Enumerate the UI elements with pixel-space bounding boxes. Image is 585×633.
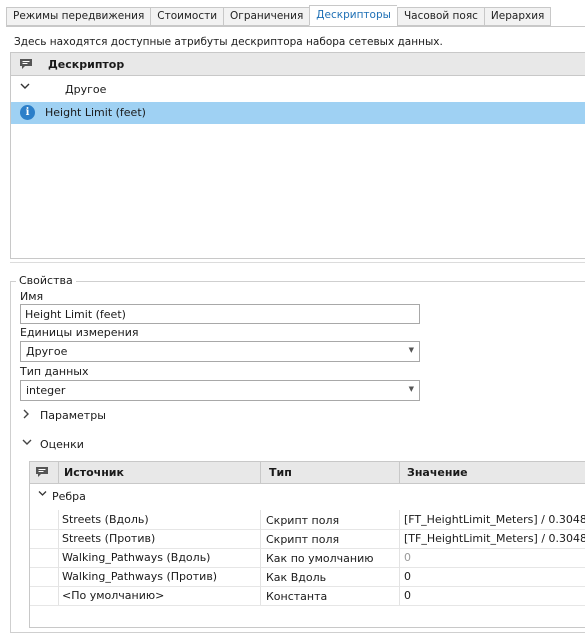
units-select-value: Другое — [26, 345, 68, 358]
column-separator[interactable] — [58, 462, 59, 483]
datatype-label: Тип данных — [20, 365, 89, 378]
descriptor-column-header[interactable]: Дескриптор — [48, 58, 124, 71]
name-field-value: Height Limit (feet) — [25, 308, 126, 321]
source-column-header[interactable]: Источник — [64, 466, 124, 479]
source-cell: Streets (Вдоль) — [62, 513, 149, 526]
cell-divider — [260, 586, 261, 605]
evaluators-grid: Источник Тип Значение Ребра Streets (Вдо… — [29, 461, 585, 628]
tab-divider — [6, 26, 585, 27]
pane-splitter[interactable] — [10, 262, 585, 263]
type-cell[interactable]: Скрипт поля — [266, 533, 339, 546]
datatype-select[interactable]: integer ▼ — [20, 380, 420, 401]
parameters-label: Параметры — [40, 409, 106, 422]
table-row[interactable]: <По умолчанию> Константа 0 — [30, 586, 585, 606]
row-indent — [30, 529, 59, 548]
tab-travel-modes[interactable]: Режимы передвижения — [6, 7, 151, 26]
value-cell[interactable]: [TF_HeightLimit_Meters] / 0.3048 — [404, 532, 585, 545]
comment-icon[interactable] — [19, 58, 33, 73]
page-description: Здесь находятся доступные атрибуты дескр… — [14, 36, 443, 48]
cell-divider — [260, 510, 261, 529]
chevron-down-icon[interactable] — [22, 438, 32, 449]
name-field[interactable]: Height Limit (feet) — [20, 304, 420, 324]
type-column-header[interactable]: Тип — [269, 466, 292, 479]
cell-divider — [399, 510, 400, 529]
chevron-down-icon[interactable] — [38, 490, 47, 500]
row-indent — [30, 567, 59, 586]
info-icon: i — [20, 105, 35, 120]
tab-restrictions[interactable]: Ограничения — [223, 7, 310, 26]
cell-divider — [399, 586, 400, 605]
column-separator[interactable] — [260, 462, 261, 483]
tab-descriptors[interactable]: Дескрипторы — [309, 5, 397, 26]
source-cell: <По умолчанию> — [62, 589, 165, 602]
descriptor-row-selected[interactable]: i Height Limit (feet) — [11, 102, 585, 124]
type-cell[interactable]: Скрипт поля — [266, 514, 339, 527]
descriptors-grid-header: Дескриптор — [11, 53, 585, 76]
cell-divider — [260, 567, 261, 586]
units-select[interactable]: Другое ▼ — [20, 341, 420, 362]
cell-divider — [399, 529, 400, 548]
type-cell[interactable]: Как Вдоль — [266, 571, 326, 584]
tab-time-zone[interactable]: Часовой пояс — [396, 7, 484, 26]
cell-divider — [399, 548, 400, 567]
source-cell: Streets (Против) — [62, 532, 156, 545]
type-cell[interactable]: Как по умолчанию — [266, 552, 374, 565]
cell-divider — [260, 548, 261, 567]
dropdown-arrow-icon[interactable]: ▼ — [409, 346, 414, 354]
tab-costs[interactable]: Стоимости — [150, 7, 224, 26]
value-column-header[interactable]: Значение — [407, 466, 468, 479]
row-indent — [30, 548, 59, 567]
table-row[interactable]: Walking_Pathways (Против) Как Вдоль 0 — [30, 567, 585, 587]
units-label: Единицы измерения — [20, 326, 139, 339]
edges-group[interactable]: Ребра — [30, 484, 585, 508]
column-separator[interactable] — [399, 462, 400, 483]
row-indent — [30, 586, 59, 605]
value-cell[interactable]: [FT_HeightLimit_Meters] / 0.3048 — [404, 513, 585, 526]
datatype-select-value: integer — [26, 384, 66, 397]
type-cell[interactable]: Константа — [266, 590, 327, 603]
cell-divider — [399, 567, 400, 586]
dropdown-arrow-icon[interactable]: ▼ — [409, 385, 414, 393]
table-row[interactable]: Walking_Pathways (Вдоль) Как по умолчани… — [30, 548, 585, 568]
value-cell[interactable]: 0 — [404, 570, 411, 583]
evaluators-grid-header: Источник Тип Значение — [30, 462, 585, 484]
comment-icon[interactable] — [35, 466, 49, 481]
descriptor-name: Height Limit (feet) — [45, 106, 146, 119]
chevron-down-icon[interactable] — [20, 82, 30, 93]
table-row[interactable]: Streets (Вдоль) Скрипт поля [FT_HeightLi… — [30, 510, 585, 530]
descriptor-group-other[interactable]: Другое — [11, 76, 585, 102]
evaluators-label: Оценки — [40, 438, 84, 451]
group-label: Другое — [65, 83, 107, 96]
value-cell[interactable]: 0 — [404, 551, 411, 564]
tab-hierarchy[interactable]: Иерархия — [483, 7, 552, 26]
name-label: Имя — [20, 290, 44, 303]
tab-strip: Режимы передвижения Стоимости Ограничени… — [6, 5, 552, 26]
value-cell[interactable]: 0 — [404, 589, 411, 602]
row-indent — [30, 510, 59, 529]
properties-title: Свойства — [16, 274, 76, 287]
descriptors-grid: Дескриптор Другое i Height Limit (feet) — [10, 52, 585, 259]
edges-group-label: Ребра — [52, 490, 86, 503]
source-cell: Walking_Pathways (Вдоль) — [62, 551, 211, 564]
cell-divider — [260, 529, 261, 548]
source-cell: Walking_Pathways (Против) — [62, 570, 218, 583]
chevron-right-icon[interactable] — [22, 409, 32, 422]
table-row[interactable]: Streets (Против) Скрипт поля [TF_HeightL… — [30, 529, 585, 549]
